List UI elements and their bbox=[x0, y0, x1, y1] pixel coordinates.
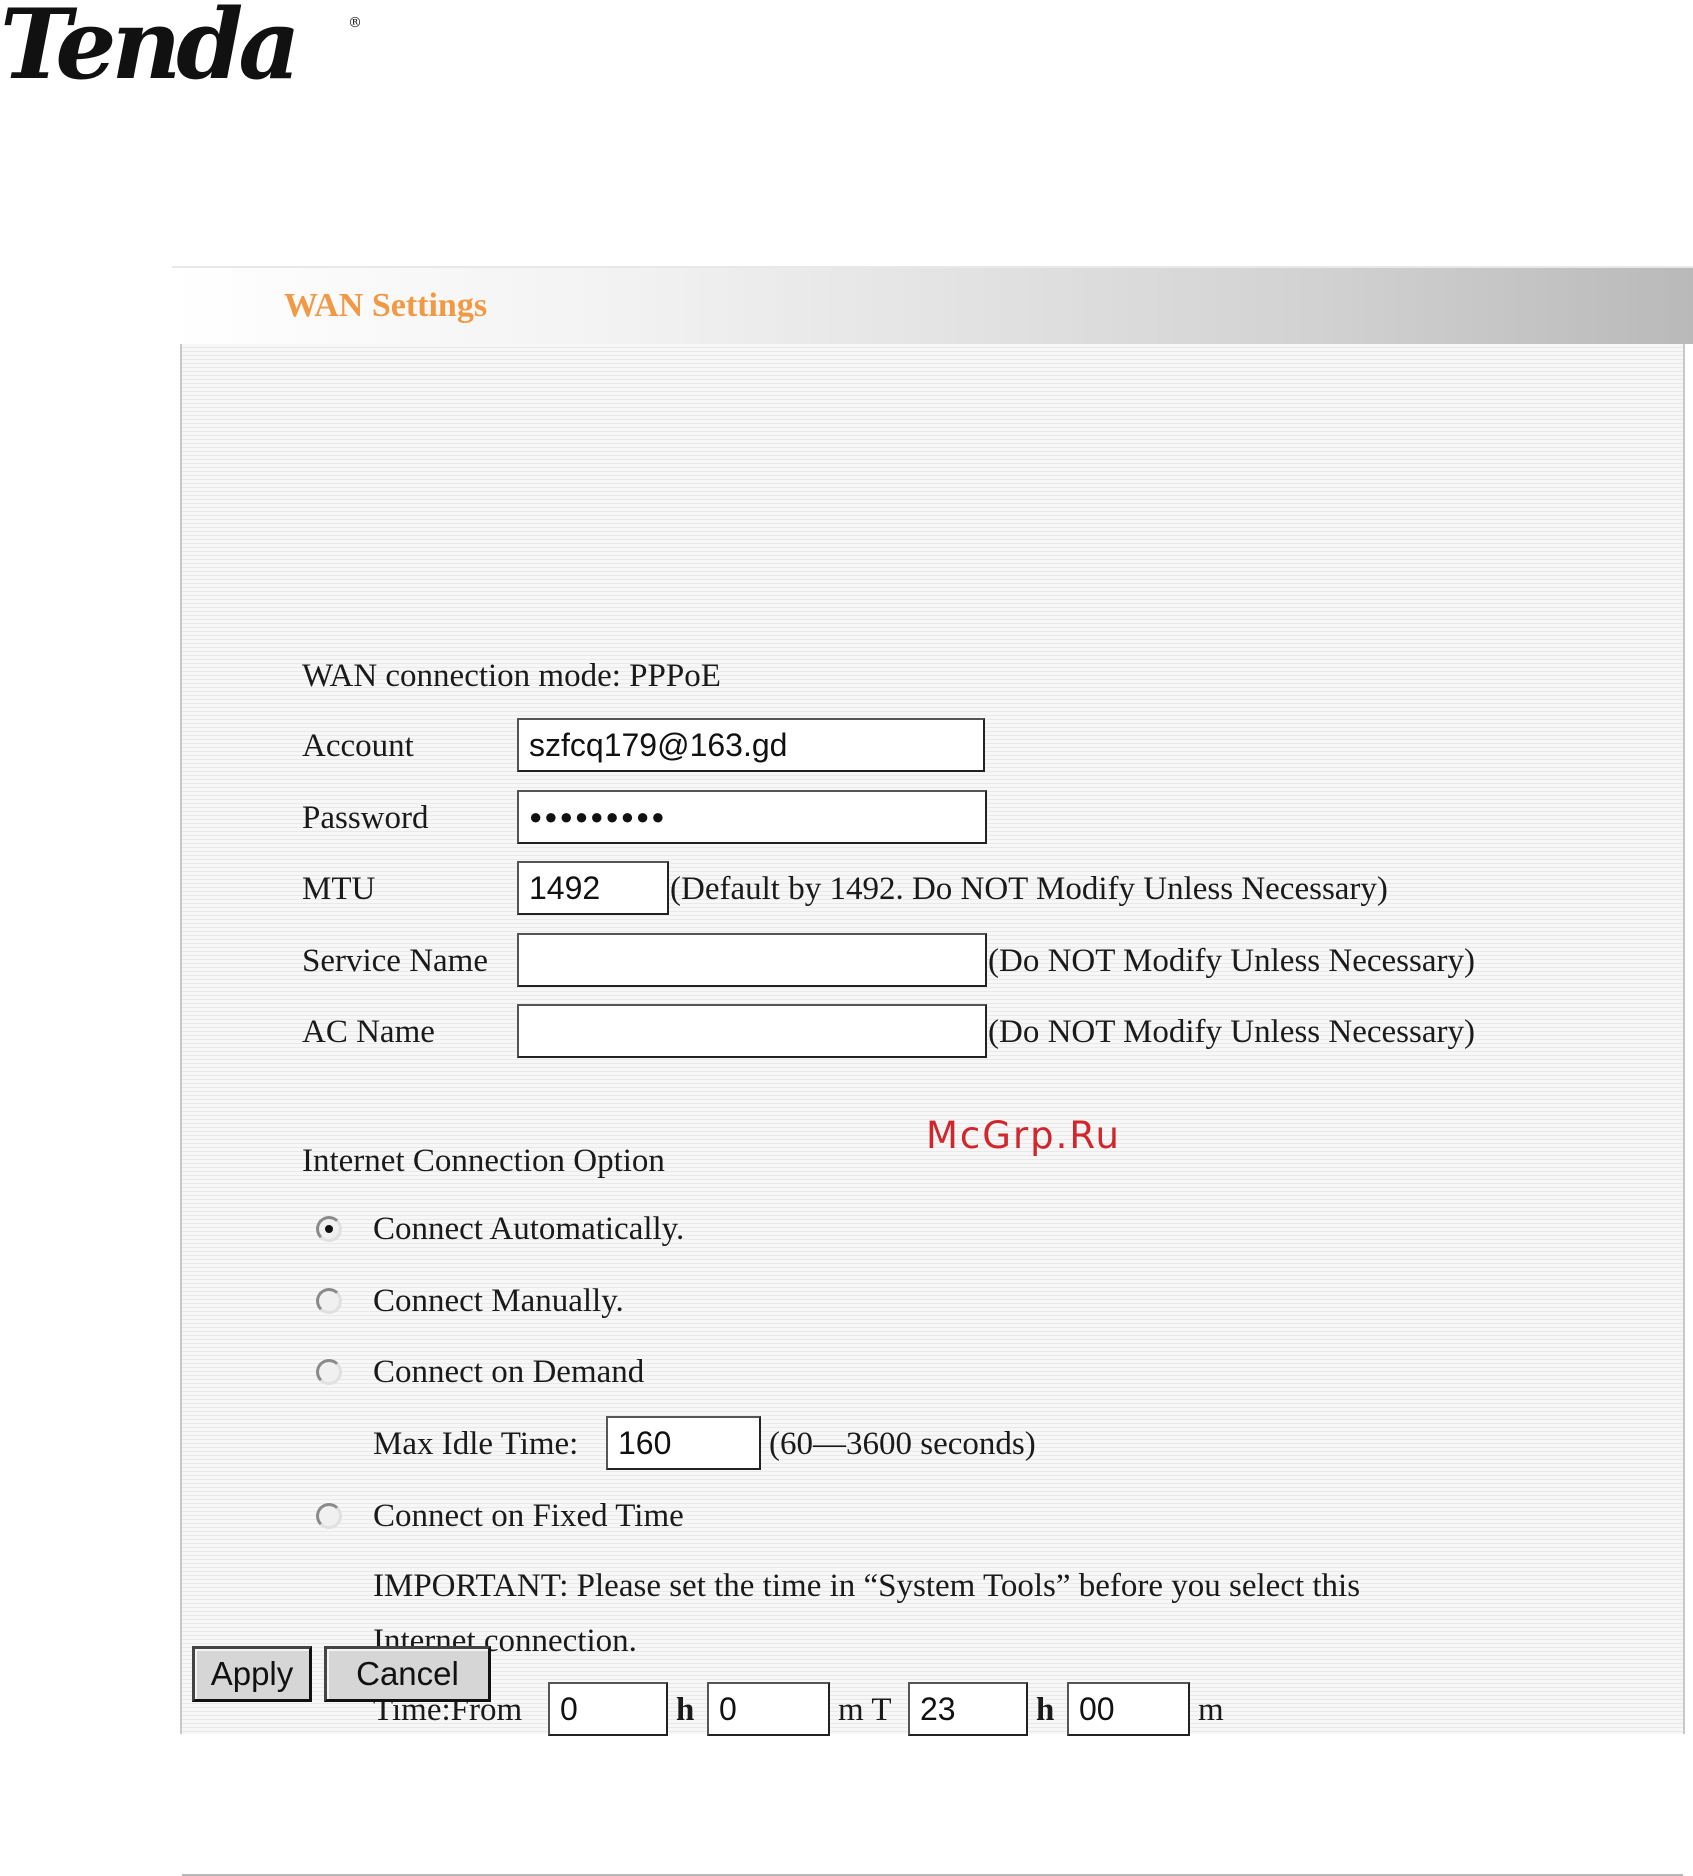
password-field[interactable]: ●●●●●●●●● bbox=[517, 790, 987, 844]
to-hour-unit: h bbox=[1036, 1692, 1055, 1728]
connect-automatically-radio[interactable] bbox=[316, 1216, 342, 1242]
wan-mode-label: WAN connection mode: PPPoE bbox=[302, 658, 721, 694]
connect-manually-radio[interactable] bbox=[316, 1288, 342, 1314]
from-minute-unit: m T bbox=[838, 1692, 892, 1728]
mtu-field[interactable]: 1492 bbox=[517, 861, 669, 915]
watermark-text: McGrp.Ru bbox=[926, 1114, 1121, 1157]
connect-fixed-time-radio[interactable] bbox=[316, 1503, 342, 1529]
account-field[interactable]: szfcq179@163.gd bbox=[517, 718, 985, 772]
to-minute-unit: m bbox=[1198, 1692, 1224, 1728]
max-idle-time-field[interactable]: 160 bbox=[606, 1416, 761, 1470]
max-idle-time-label: Max Idle Time: bbox=[373, 1426, 579, 1462]
page-title: WAN Settings bbox=[284, 287, 488, 324]
panel-header: WAN Settings bbox=[172, 266, 1693, 344]
max-idle-time-note: (60—3600 seconds) bbox=[769, 1426, 1036, 1462]
password-label: Password bbox=[302, 800, 429, 836]
service-name-label: Service Name bbox=[302, 943, 488, 979]
connection-option-heading: Internet Connection Option bbox=[302, 1143, 665, 1179]
mtu-label: MTU bbox=[302, 871, 376, 907]
ac-name-note: (Do NOT Modify Unless Necessary) bbox=[988, 1014, 1475, 1050]
connect-manually-label: Connect Manually. bbox=[373, 1283, 624, 1319]
service-name-note: (Do NOT Modify Unless Necessary) bbox=[988, 943, 1475, 979]
logo-text: Tenda bbox=[0, 0, 301, 101]
cancel-button[interactable]: Cancel bbox=[324, 1646, 491, 1702]
ac-name-label: AC Name bbox=[302, 1014, 435, 1050]
connect-on-demand-radio[interactable] bbox=[316, 1359, 342, 1385]
from-hour-unit: h bbox=[676, 1692, 695, 1728]
service-name-field[interactable] bbox=[517, 933, 987, 987]
important-note-line1: IMPORTANT: Please set the time in “Syste… bbox=[373, 1568, 1361, 1604]
apply-button[interactable]: Apply bbox=[192, 1646, 312, 1702]
from-minute-field[interactable]: 0 bbox=[707, 1682, 830, 1736]
to-minute-field[interactable]: 00 bbox=[1067, 1682, 1190, 1736]
account-label: Account bbox=[302, 728, 414, 764]
connect-on-demand-label: Connect on Demand bbox=[373, 1354, 645, 1390]
mtu-note: (Default by 1492. Do NOT Modify Unless N… bbox=[670, 871, 1388, 907]
settings-form: WAN connection mode: PPPoE Account szfcq… bbox=[180, 344, 1685, 1876]
from-hour-field[interactable]: 0 bbox=[548, 1682, 668, 1736]
connect-automatically-label: Connect Automatically. bbox=[373, 1211, 685, 1247]
to-hour-field[interactable]: 23 bbox=[908, 1682, 1028, 1736]
registered-mark: ® bbox=[348, 15, 362, 31]
tenda-logo: Tenda ® bbox=[0, 0, 370, 93]
wan-settings-panel: WAN Settings WAN connection mode: PPPoE … bbox=[172, 266, 1693, 1876]
connect-fixed-time-label: Connect on Fixed Time bbox=[373, 1498, 684, 1534]
ac-name-field[interactable] bbox=[517, 1004, 987, 1058]
